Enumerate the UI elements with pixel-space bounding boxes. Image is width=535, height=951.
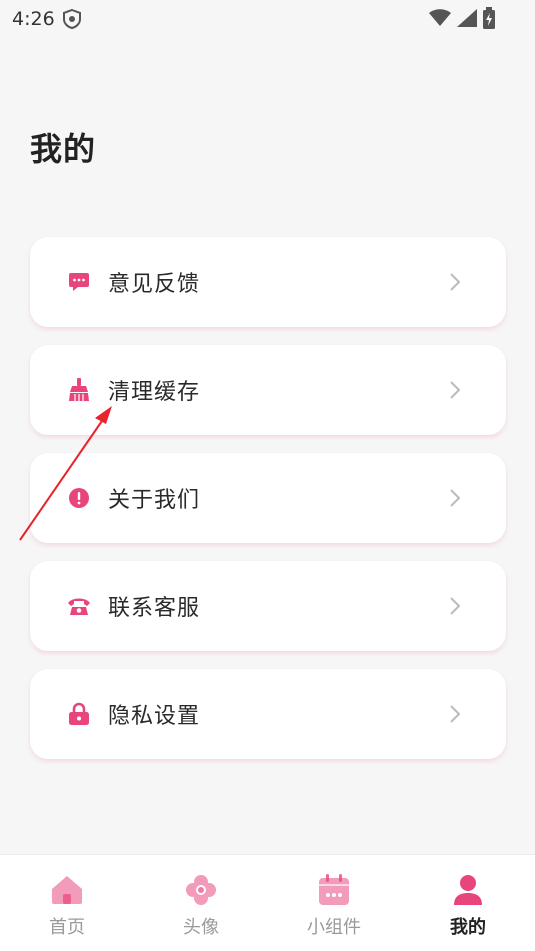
page-title: 我的 — [30, 130, 97, 168]
home-icon — [50, 873, 84, 907]
nav-label: 头像 — [183, 917, 219, 938]
nav-tab-widgets[interactable]: 小组件 — [294, 873, 374, 939]
menu-item-label: 关于我们 — [108, 488, 201, 513]
broom-icon — [67, 378, 91, 402]
wifi-icon — [429, 9, 451, 31]
chevron-right-icon — [448, 704, 462, 724]
menu-item-label: 清理缓存 — [108, 380, 201, 405]
telephone-icon — [67, 594, 91, 618]
menu-item-label: 隐私设置 — [108, 704, 201, 729]
mine-page: 4:26 我的 意见反馈 清理缓存 关于我们 联系客服 隐私设置 首页 头像 小… — [0, 0, 535, 951]
chevron-right-icon — [448, 380, 462, 400]
menu-item-about-us[interactable]: 关于我们 — [30, 453, 506, 543]
lock-icon — [67, 702, 91, 726]
chevron-right-icon — [448, 272, 462, 292]
shield-icon — [61, 8, 83, 34]
person-icon — [451, 873, 485, 907]
nav-tab-home[interactable]: 首页 — [27, 873, 107, 939]
flower-icon — [184, 873, 218, 907]
calendar-widget-icon — [317, 873, 351, 907]
menu-item-clear-cache[interactable]: 清理缓存 — [30, 345, 506, 435]
nav-label: 小组件 — [307, 917, 361, 938]
status-time: 4:26 — [12, 8, 55, 30]
nav-label: 首页 — [49, 917, 85, 938]
battery-charging-icon — [483, 7, 495, 33]
nav-tab-avatar[interactable]: 头像 — [161, 873, 241, 939]
menu-item-feedback[interactable]: 意见反馈 — [30, 237, 506, 327]
menu-item-label: 联系客服 — [108, 596, 201, 621]
cell-signal-icon — [457, 9, 477, 31]
settings-menu: 意见反馈 清理缓存 关于我们 联系客服 隐私设置 — [30, 237, 506, 777]
menu-item-contact-support[interactable]: 联系客服 — [30, 561, 506, 651]
menu-item-label: 意见反馈 — [108, 272, 201, 297]
chevron-right-icon — [448, 488, 462, 508]
nav-label: 我的 — [450, 917, 486, 938]
nav-tab-mine[interactable]: 我的 — [428, 873, 508, 939]
chat-bubble-icon — [67, 270, 91, 294]
status-indicators — [429, 7, 495, 33]
chevron-right-icon — [448, 596, 462, 616]
menu-item-privacy-settings[interactable]: 隐私设置 — [30, 669, 506, 759]
info-alert-icon — [67, 486, 91, 510]
status-bar: 4:26 — [0, 0, 535, 38]
bottom-nav: 首页 头像 小组件 我的 — [0, 854, 535, 951]
